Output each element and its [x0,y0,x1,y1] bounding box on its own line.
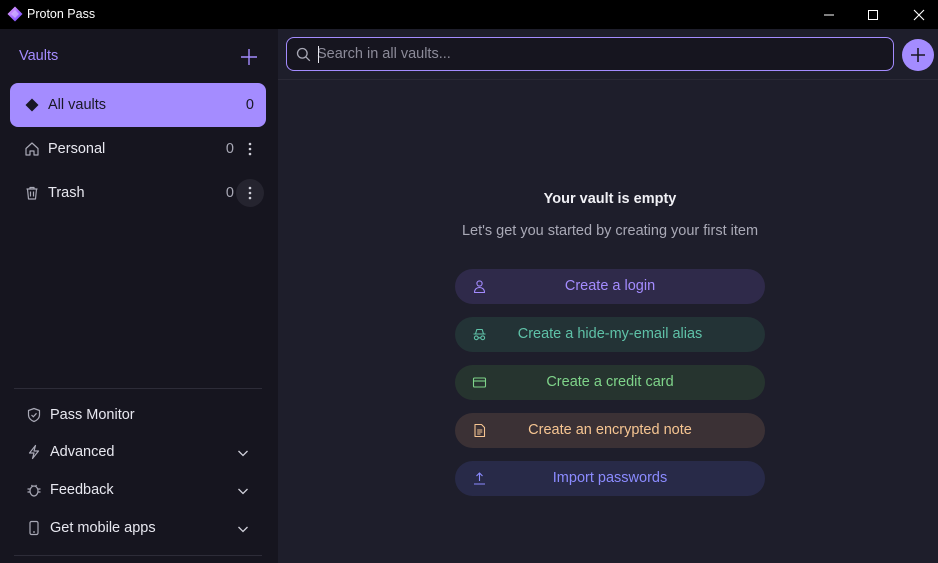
chevron-down-icon [238,526,248,533]
empty-state-subtitle: Let's get you started by creating your f… [461,223,759,239]
vault-count: 0 [225,141,234,157]
sidebar-link-label: Pass Monitor [50,407,135,423]
action-label: Create a credit card [546,374,674,390]
trash-icon [26,186,38,200]
vault-item-trash[interactable]: Trash 0 [10,171,266,215]
proton-pass-logo-icon [7,6,23,22]
add-vault-icon[interactable] [239,47,259,67]
text-caret [318,46,319,63]
sidebar-divider [14,555,262,556]
sidebar-link-mobile-apps[interactable]: Get mobile apps [18,513,258,543]
sidebar-link-feedback[interactable]: Feedback [18,475,258,505]
action-label: Create a hide-my-email alias [517,326,703,342]
create-note-button[interactable]: Create an encrypted note [455,413,765,448]
search-icon [296,47,311,62]
new-item-button[interactable] [902,39,934,71]
sidebar-link-advanced[interactable]: Advanced [18,437,258,467]
create-credit-card-button[interactable]: Create a credit card [455,365,765,400]
more-vertical-icon [248,186,252,200]
mobile-icon [29,520,39,536]
vault-options-button[interactable] [236,135,264,163]
action-label: Create an encrypted note [528,422,692,438]
vaults-heading: Vaults [19,48,59,64]
home-icon [25,142,39,156]
vault-label: Trash [48,185,85,201]
empty-state-title: Your vault is empty [543,191,677,207]
sidebar-link-label: Feedback [50,482,114,498]
title-bar: Proton Pass [0,0,938,29]
bug-icon [27,484,41,497]
vault-label: All vaults [48,97,107,113]
search-input[interactable] [317,38,887,69]
close-icon [913,9,925,20]
window-title: Proton Pass [27,7,96,21]
plus-icon [911,48,925,62]
create-login-button[interactable]: Create a login [455,269,765,304]
sidebar-link-label: Advanced [50,444,115,460]
vault-options-button[interactable] [236,179,264,207]
search-box[interactable] [286,37,894,71]
minimize-icon [824,14,834,15]
import-passwords-button[interactable]: Import passwords [455,461,765,496]
sidebar-link-pass-monitor[interactable]: Pass Monitor [18,400,258,430]
chevron-down-icon [238,450,248,457]
create-alias-button[interactable]: Create a hide-my-email alias [455,317,765,352]
vault-count: 0 [225,185,234,201]
vault-item-personal[interactable]: Personal 0 [10,127,266,171]
vault-diamond-icon [25,98,39,112]
close-button[interactable] [896,0,938,29]
minimize-button[interactable] [806,0,852,29]
vault-item-all-vaults[interactable]: All vaults 0 [10,83,266,127]
sidebar: Vaults All vaults 0 Personal 0 Trash 0 P… [0,29,278,563]
bolt-icon [28,444,40,460]
action-label: Import passwords [552,470,668,486]
vault-label: Personal [48,141,106,157]
main-panel: Your vault is empty Let's get you starte… [278,29,938,563]
maximize-icon [868,9,878,20]
sidebar-link-label: Get mobile apps [50,520,156,536]
more-vertical-icon [248,142,252,156]
chevron-down-icon [238,488,248,495]
shield-check-icon [27,407,41,423]
main-toolbar [278,29,938,80]
maximize-button[interactable] [850,0,896,29]
sidebar-divider [14,388,262,389]
action-label: Create a login [564,278,656,294]
vault-count: 0 [245,97,254,113]
